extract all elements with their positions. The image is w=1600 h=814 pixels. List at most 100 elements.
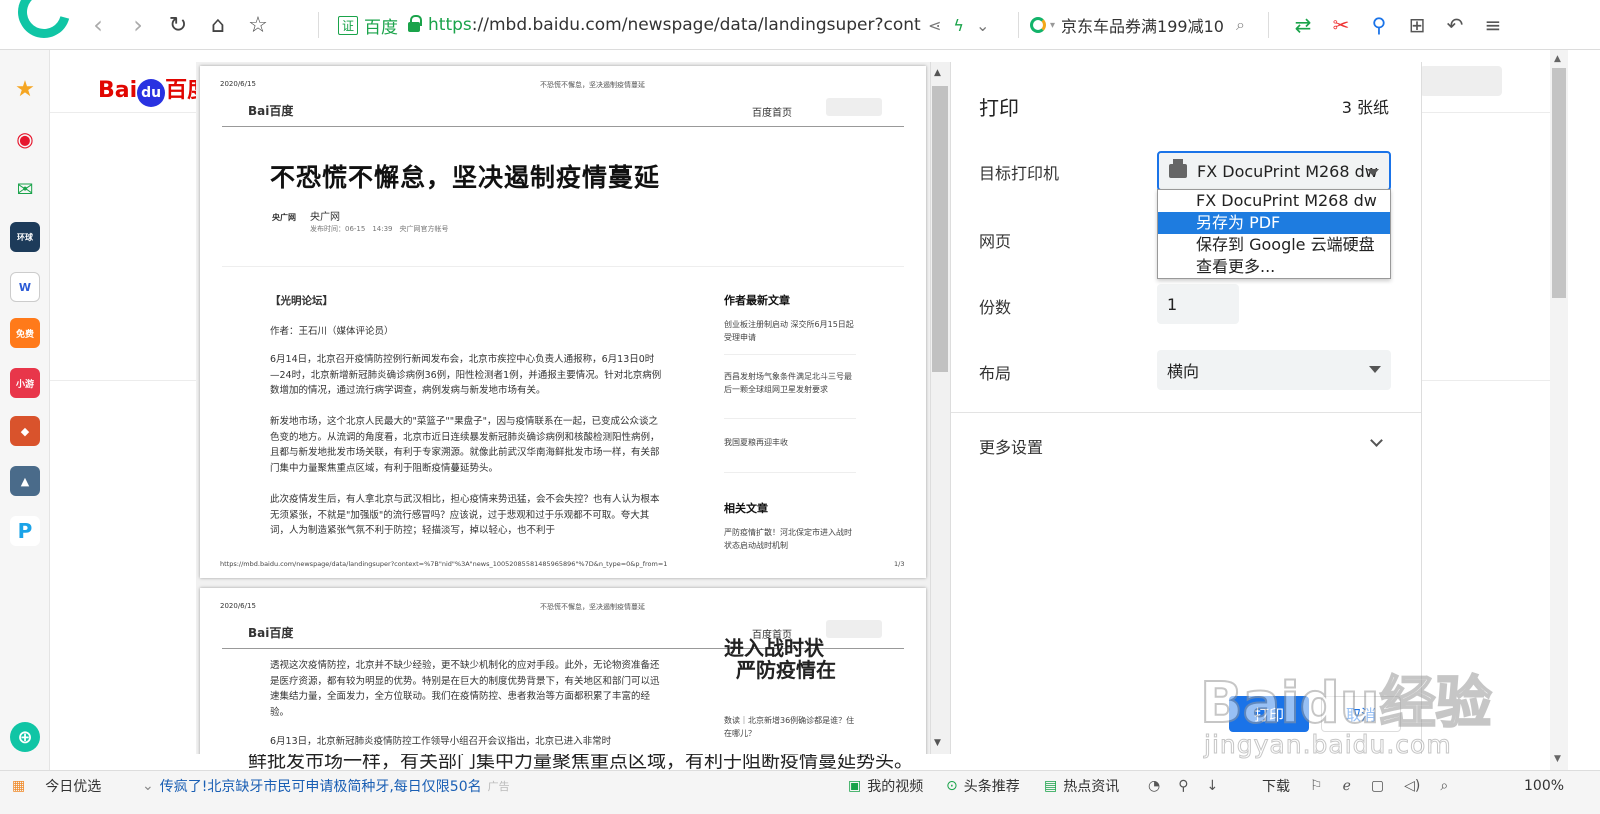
article-paragraph: 6月13日，北京新冠肺炎疫情防控工作领导小组召开会议指出，北京已进入非常时	[270, 736, 612, 747]
page-header-title: 不恐慌不懈怠，坚决遏制疫情蔓延	[540, 81, 645, 89]
nav-buttons: ‹ › ↻ ⌂ ☆	[78, 0, 278, 50]
favorites-star-icon[interactable]: ★	[10, 74, 40, 104]
hot-news[interactable]: ▤ 热点资讯	[1044, 775, 1119, 797]
mini-game-icon[interactable]: 小游	[10, 368, 40, 398]
print-preview[interactable]: 2020/6/15 不恐慌不懈怠，坚决遏制疫情蔓延 Bai百度 百度首页 不恐慌…	[196, 62, 950, 754]
layout-label: 布局	[979, 364, 1012, 383]
pin-icon[interactable]: ⚲	[1178, 778, 1188, 794]
scroll-up-icon[interactable]: ▲	[934, 68, 941, 78]
dropdown-option[interactable]: 保存到 Google 云端硬盘	[1158, 234, 1390, 256]
page-scrollbar-thumb[interactable]	[1552, 68, 1566, 298]
news-ticker[interactable]: ⌄ 传疯了!北京缺牙市民可申请极简种牙,每日仅限50名 广告	[142, 775, 510, 797]
chevron-down-icon[interactable]	[1370, 434, 1383, 447]
page-footer-url: https://mbd.baidu.com/newspage/data/land…	[220, 560, 668, 568]
layout-select[interactable]: 横向	[1157, 350, 1391, 390]
page-logo: Bai百度	[248, 626, 294, 640]
speed-icon[interactable]: ◔	[1148, 778, 1160, 794]
dropdown-option[interactable]: 查看更多...	[1158, 256, 1390, 278]
gift-icon: ▦	[12, 778, 26, 794]
certificate-icon[interactable]: 证	[338, 15, 359, 35]
print-button[interactable]: 打印	[1229, 696, 1309, 732]
download-button[interactable]: 下载	[1262, 775, 1290, 797]
headline-recommend[interactable]: ⊙ 头条推荐	[946, 775, 1020, 797]
add-app-icon[interactable]: ⊕	[10, 722, 40, 752]
lightning-icon[interactable]: ϟ	[953, 16, 964, 35]
scroll-down-icon[interactable]: ▼	[934, 738, 941, 748]
today-picks[interactable]: ▦ 今日优选	[12, 775, 101, 797]
sheet-count: 3 张纸	[1341, 98, 1389, 117]
side-heading: 作者最新文章	[724, 294, 790, 307]
dropdown-caret-icon	[1367, 169, 1379, 176]
search-input[interactable]: 京东车品券满199减10	[1061, 13, 1224, 37]
search-engine-icon[interactable]	[1030, 17, 1046, 33]
side-headline: 严防疫情在	[736, 658, 836, 682]
page-number: 1/3	[894, 560, 905, 568]
forward-icon[interactable]: ›	[118, 11, 158, 39]
scroll-up-icon[interactable]: ▲	[1554, 54, 1561, 64]
free-novel-icon[interactable]: 免费	[10, 318, 40, 348]
copies-label: 份数	[979, 298, 1012, 317]
back-icon[interactable]: ‹	[78, 11, 118, 39]
magnifier-icon[interactable]: ⚲	[1360, 13, 1398, 37]
video-icon: ▣	[848, 778, 862, 794]
download-icon[interactable]: ↓	[1206, 778, 1218, 794]
address-bar[interactable]: 证 百度 https ://mbd.baidu.com/newspage/dat…	[338, 0, 1008, 50]
document-icon[interactable]: W	[10, 272, 40, 302]
translate-icon[interactable]: ⇄	[1284, 13, 1322, 37]
search-icon[interactable]: ⌕	[1236, 15, 1245, 35]
news-icon: ▤	[1044, 778, 1058, 794]
sound-icon[interactable]: ◁)	[1404, 778, 1420, 794]
menu-icon[interactable]: ≡	[1474, 13, 1512, 37]
preview-scrollbar-thumb[interactable]	[932, 86, 948, 372]
page-date: 2020/6/15	[220, 602, 256, 610]
game-icon-1[interactable]: ◆	[10, 416, 40, 446]
flag-icon[interactable]: ⚐	[1310, 778, 1323, 794]
article-source: 央广网	[310, 212, 340, 223]
site-identity[interactable]: 百度	[364, 13, 398, 38]
print-settings-panel: 打印 3 张纸 目标打印机 FX DocuPrint M268 dw 网页 份数…	[950, 62, 1422, 754]
undo-icon[interactable]: ↶	[1436, 13, 1474, 37]
play-icon: ⊙	[946, 778, 958, 794]
mail-icon[interactable]: ✉	[10, 174, 40, 204]
page-home-link: 百度首页	[752, 108, 792, 119]
printer-icon	[1169, 159, 1187, 178]
side-article: 西昌发射场气象条件满足北斗三号最后一颗全球组网卫星发射要求	[724, 372, 852, 394]
ie-icon[interactable]: ℯ	[1343, 778, 1351, 794]
side-article: 创业板注册制启动 深交所6月15日起受理申请	[724, 320, 854, 342]
search-box[interactable]: ▾ 京东车品券满199减10	[1030, 0, 1260, 50]
weibo-icon[interactable]: ◉	[10, 124, 40, 154]
share-icon[interactable]: ⋖	[928, 16, 941, 35]
browser-toolbar: ‹ › ↻ ⌂ ☆ 证 百度 https ://mbd.baidu.com/ne…	[0, 0, 1600, 50]
scroll-down-icon[interactable]: ▼	[1554, 754, 1561, 764]
more-settings-toggle[interactable]: 更多设置	[979, 434, 1043, 458]
dropdown-option[interactable]: FX DocuPrint M268 dw	[1158, 190, 1390, 212]
zoom-level[interactable]: 100%	[1524, 775, 1564, 797]
cancel-button[interactable]: 取消	[1321, 696, 1401, 732]
blurred-area	[826, 620, 882, 638]
destination-dropdown-list[interactable]: FX DocuPrint M268 dw 另存为 PDF 保存到 Google …	[1157, 189, 1391, 279]
window-icon[interactable]: ▢	[1371, 778, 1384, 794]
destination-select[interactable]: FX DocuPrint M268 dw	[1157, 151, 1391, 191]
my-video[interactable]: ▣ 我的视频	[848, 775, 923, 797]
url-scheme: https	[428, 15, 472, 35]
side-article: 严防疫情扩散！河北保定市进入战时状态启动战时机制	[724, 528, 852, 550]
baidu-logo[interactable]: Bai du 百度	[98, 72, 209, 107]
bookmark-star-icon[interactable]: ☆	[238, 13, 278, 38]
dropdown-option-selected[interactable]: 另存为 PDF	[1158, 212, 1390, 234]
copies-input[interactable]: 1	[1157, 284, 1239, 324]
apps-grid-icon[interactable]: ⊞	[1398, 13, 1436, 37]
reload-icon[interactable]: ↻	[158, 13, 198, 38]
p-app-icon[interactable]: P	[10, 516, 40, 546]
home-icon[interactable]: ⌂	[198, 13, 238, 38]
game-icon-2[interactable]: ▲	[10, 466, 40, 496]
screenshot-scissors-icon[interactable]: ✂	[1322, 13, 1360, 37]
page-logo: Bai百度	[248, 104, 294, 118]
chevron-down-icon[interactable]: ⌄	[976, 16, 989, 35]
lock-icon[interactable]	[408, 15, 423, 32]
global-times-icon[interactable]: 环球	[10, 222, 40, 252]
article-paragraph: 新发地市场，这个北京人民最大的"菜篮子""果盘子"，因与疫情联系在一起，已变成公…	[270, 416, 660, 474]
url-text: ://mbd.baidu.com/newspage/data/landingsu…	[471, 15, 921, 35]
side-article: 我国夏粮再迎丰收	[724, 438, 788, 447]
zoom-icon[interactable]: ⌕	[1440, 778, 1448, 794]
article-paragraph: 此次疫情发生后，有人拿北京与武汉相比，担心疫情来势迅猛，会不会失控？也有人认为根…	[270, 494, 660, 536]
